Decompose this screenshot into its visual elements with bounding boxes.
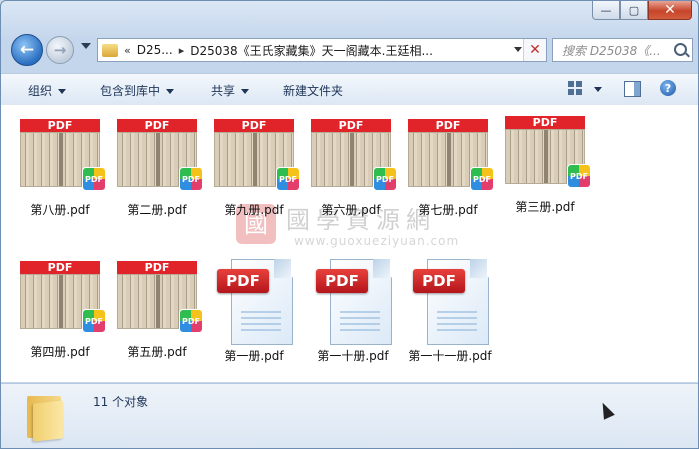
search-box[interactable]: 搜索 D25038《... — [552, 38, 693, 62]
file-item[interactable]: PDF PDF 第八册.pdf — [17, 119, 106, 218]
file-name: 第七册.pdf — [418, 203, 478, 217]
thumbnail-header: PDF — [408, 119, 488, 132]
maximize-button[interactable]: ▢ — [620, 1, 648, 20]
file-item[interactable]: PDF PDF 第六册.pdf — [308, 119, 397, 218]
address-clear-button[interactable]: ✕ — [523, 39, 546, 61]
folder-icon — [102, 43, 118, 57]
file-item[interactable]: PDF PDF 第七册.pdf — [405, 119, 494, 218]
file-list[interactable]: 國 國學資源網 www.guoxueziyuan.com PDF PDF 第八册… — [1, 105, 698, 382]
file-name: 第五册.pdf — [127, 345, 187, 359]
thumbnail-header: PDF — [20, 119, 100, 132]
chevron-down-icon — [58, 89, 67, 94]
include-label: 包含到库中 — [100, 84, 161, 98]
pdf-label: PDF — [217, 269, 269, 293]
preview-pane-icon[interactable] — [624, 81, 641, 97]
help-icon[interactable]: ? — [660, 80, 676, 96]
file-item[interactable]: PDF 第一册.pdf — [211, 259, 297, 364]
file-name: 第三册.pdf — [515, 200, 575, 214]
file-name: 第二册.pdf — [127, 203, 187, 217]
navigation-bar: ← → « D25... ▸ D25038《王氏家藏集》天一阁藏本.王廷相...… — [1, 31, 698, 67]
thumbnail-header: PDF — [20, 261, 100, 274]
thumbnail-header: PDF — [214, 119, 294, 132]
pdf-app-badge-icon: PDF — [82, 309, 106, 333]
view-dropdown-icon[interactable] — [594, 87, 602, 92]
thumbnail-header: PDF — [311, 119, 391, 132]
pdf-app-badge-icon: PDF — [82, 167, 106, 191]
folder-icon — [23, 392, 65, 442]
command-bar: 组织 包含到库中 共享 新建文件夹 ? — [1, 73, 698, 106]
close-button[interactable]: ✕ — [648, 1, 692, 20]
pdf-label: PDF — [413, 269, 465, 293]
pdf-thumbnail-icon: PDF PDF — [505, 116, 591, 194]
pdf-app-badge-icon: PDF — [179, 309, 203, 333]
explorer-window: — ▢ ✕ ← → « D25... ▸ D25038《王氏家藏集》天一阁藏本.… — [0, 0, 699, 449]
pdf-app-badge-icon: PDF — [179, 167, 203, 191]
file-item[interactable]: PDF PDF 第四册.pdf — [17, 261, 106, 360]
file-item[interactable]: PDF PDF 第三册.pdf — [502, 116, 591, 215]
pdf-file-icon: PDF — [215, 253, 293, 345]
object-count: 11 个对象 — [93, 395, 149, 409]
pdf-app-badge-icon: PDF — [276, 167, 300, 191]
chevron-down-icon — [166, 89, 175, 94]
share-label: 共享 — [211, 84, 236, 98]
pdf-thumbnail-icon: PDF PDF — [20, 119, 106, 197]
pdf-file-icon: PDF — [314, 253, 392, 345]
address-overflow-chevron[interactable]: « — [124, 44, 131, 57]
minimize-button[interactable]: — — [592, 1, 620, 20]
forward-button[interactable]: → — [46, 36, 74, 64]
breadcrumb-parent[interactable]: D25... — [137, 43, 173, 57]
include-in-library-menu[interactable]: 包含到库中 — [100, 82, 175, 99]
pdf-thumbnail-icon: PDF PDF — [408, 119, 494, 197]
breadcrumb-current[interactable]: D25038《王氏家藏集》天一阁藏本.王廷相... — [190, 42, 433, 59]
file-name: 第八册.pdf — [30, 203, 90, 217]
file-item[interactable]: PDF 第一十一册.pdf — [403, 259, 497, 364]
back-button[interactable]: ← — [11, 34, 43, 66]
file-name: 第一册.pdf — [224, 349, 284, 363]
file-name: 第九册.pdf — [224, 203, 284, 217]
address-dropdown-icon[interactable] — [514, 47, 522, 52]
pdf-app-badge-icon: PDF — [470, 167, 494, 191]
file-name: 第六册.pdf — [321, 203, 381, 217]
pdf-app-badge-icon: PDF — [567, 164, 591, 188]
pdf-thumbnail-icon: PDF PDF — [117, 119, 203, 197]
pdf-thumbnail-icon: PDF PDF — [214, 119, 300, 197]
file-name: 第一十一册.pdf — [408, 349, 492, 363]
thumbnail-header: PDF — [505, 116, 585, 129]
file-item[interactable]: PDF PDF 第五册.pdf — [114, 261, 203, 360]
recent-pages-dropdown[interactable] — [81, 43, 91, 49]
address-bar[interactable]: « D25... ▸ D25038《王氏家藏集》天一阁藏本.王廷相... ✕ — [97, 38, 547, 62]
new-folder-button[interactable]: 新建文件夹 — [283, 82, 343, 99]
pdf-file-icon: PDF — [411, 253, 489, 345]
share-menu[interactable]: 共享 — [211, 82, 250, 99]
file-item[interactable]: PDF 第一十册.pdf — [308, 259, 398, 364]
thumbnail-header: PDF — [117, 119, 197, 132]
organize-menu[interactable]: 组织 — [28, 82, 67, 99]
pdf-thumbnail-icon: PDF PDF — [117, 261, 203, 339]
watermark-url: www.guoxueziyuan.com — [294, 234, 460, 248]
caption-buttons: — ▢ ✕ — [592, 1, 692, 21]
pdf-thumbnail-icon: PDF PDF — [20, 261, 106, 339]
file-name: 第一十册.pdf — [317, 349, 389, 363]
file-item[interactable]: PDF PDF 第二册.pdf — [114, 119, 203, 218]
pdf-label: PDF — [316, 269, 368, 293]
details-pane: 11 个对象 — [1, 383, 698, 448]
pdf-thumbnail-icon: PDF PDF — [311, 119, 397, 197]
view-options-icon[interactable] — [568, 81, 584, 95]
chevron-down-icon — [241, 89, 250, 94]
file-name: 第四册.pdf — [30, 345, 90, 359]
thumbnail-header: PDF — [117, 261, 197, 274]
file-item[interactable]: PDF PDF 第九册.pdf — [211, 119, 300, 218]
search-icon[interactable] — [674, 43, 687, 56]
pdf-app-badge-icon: PDF — [373, 167, 397, 191]
organize-label: 组织 — [28, 84, 53, 98]
breadcrumb-separator-icon[interactable]: ▸ — [179, 44, 185, 57]
search-placeholder: 搜索 D25038《... — [562, 44, 661, 58]
